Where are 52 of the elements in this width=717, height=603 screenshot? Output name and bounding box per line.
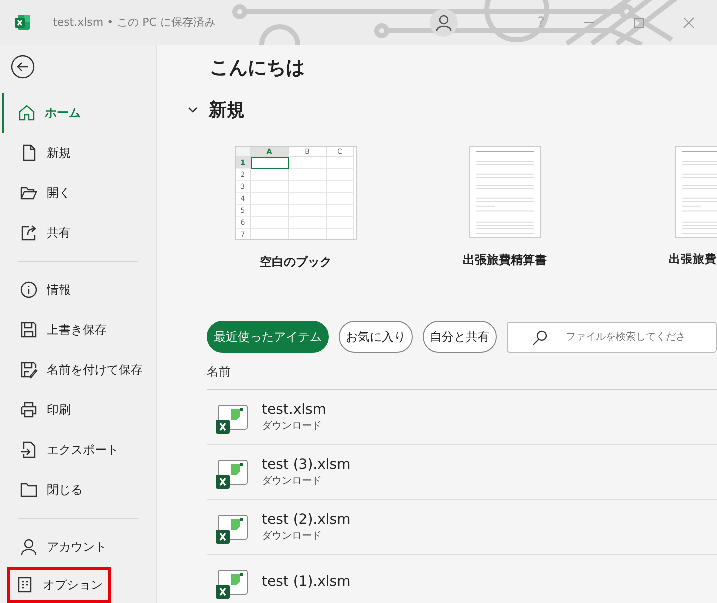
account-icon (20, 538, 38, 556)
options-icon (16, 576, 34, 594)
excel-logo-icon (14, 14, 31, 31)
back-button[interactable] (11, 55, 35, 79)
file-name: test.xlsm (262, 402, 326, 418)
sidebar-item[interactable]: ホーム (2, 93, 152, 133)
excel-file-icon (216, 515, 248, 545)
file-name: test (2).xlsm (262, 512, 351, 528)
filter-tab[interactable]: 自分と共有 (423, 321, 497, 353)
sidebar-item[interactable]: 共有 (4, 213, 152, 253)
file-name: test (3).xlsm (262, 456, 351, 472)
file-location: ダウンロード (262, 420, 323, 432)
sidebar-item[interactable]: 印刷 (4, 390, 152, 430)
sidebar-item[interactable]: 閉じる (4, 470, 152, 510)
excel-file-icon (216, 460, 248, 490)
file-location: ダウンロード (262, 474, 323, 488)
filter-tab[interactable]: お気に入り (339, 321, 413, 353)
share-icon (20, 224, 38, 242)
info-icon (20, 281, 38, 299)
template-item[interactable]: 出張旅費 (625, 146, 717, 271)
sidebar-item[interactable]: 名前を付けて保存 (4, 350, 152, 390)
person-icon (434, 14, 453, 32)
window-title: test.xlsm • この PC に保存済み (53, 15, 216, 30)
sidebar-item[interactable]: アカウント (4, 527, 152, 567)
file-row[interactable]: test.xlsm ダウンロード (207, 390, 717, 445)
sidebar-item[interactable]: 開く (4, 173, 152, 213)
export-icon (20, 441, 38, 459)
sidebar-item[interactable]: 情報 (4, 270, 152, 310)
account-button[interactable] (430, 8, 458, 36)
save-icon (20, 321, 38, 339)
file-location: ダウンロード (262, 530, 323, 542)
search-icon (532, 330, 548, 346)
new-section-toggle[interactable]: 新規 (187, 98, 245, 122)
greeting-heading: こんにちは (210, 56, 306, 81)
maximize-icon[interactable] (633, 16, 645, 28)
sidebar-item[interactable]: 上書き保存 (4, 310, 152, 350)
sidebar-item[interactable]: 新規 (4, 133, 152, 173)
file-row[interactable]: test (1).xlsm (207, 555, 717, 603)
file-row[interactable]: test (3).xlsm ダウンロード (207, 445, 717, 500)
search-field[interactable]: ファイルを検索してくださ (507, 322, 717, 352)
file-row[interactable]: test (2).xlsm ダウンロード (207, 500, 717, 555)
template-item[interactable]: 出張旅費精算書 (385, 146, 625, 271)
filter-tab[interactable]: 最近使ったアイテム (207, 321, 329, 353)
sidebar-item[interactable]: エクスポート (4, 430, 152, 470)
excel-file-icon (216, 570, 248, 600)
excel-file-icon (216, 405, 248, 435)
file-name: test (1).xlsm (262, 574, 351, 590)
home-icon (18, 104, 36, 122)
column-header: 名前 (207, 364, 717, 390)
saveas-icon (20, 361, 38, 379)
print-icon (20, 401, 38, 419)
sidebar-item[interactable]: オプション (7, 567, 111, 603)
